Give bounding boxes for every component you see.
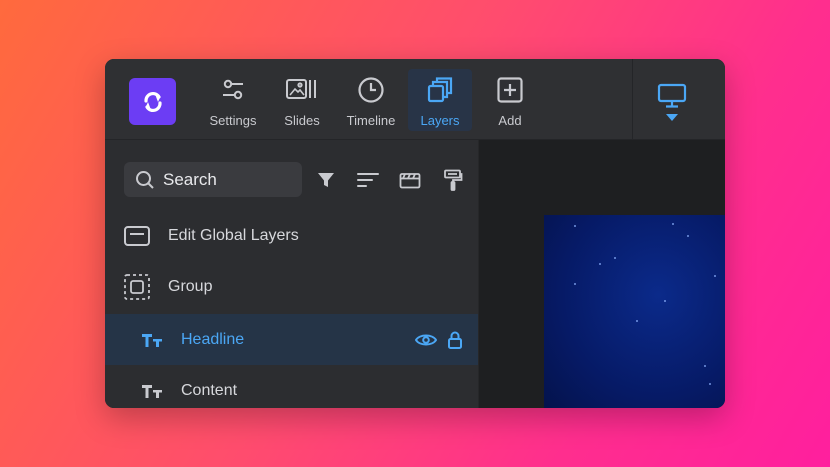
star [709,383,711,385]
group-icon [124,273,150,300]
layer-row-content[interactable]: Content [105,365,478,408]
sliders-icon [223,79,243,100]
star [687,235,689,237]
star [574,283,576,285]
tool-settings[interactable]: Settings [201,69,265,131]
caret-down-icon [666,114,678,121]
layer-row-group[interactable]: Group [105,261,478,312]
layers-panel: Search Edit Global Layers Group Headline… [105,140,478,408]
tool-add-label: Add [498,113,522,128]
search-label: Search [163,169,217,189]
tool-layers[interactable]: Layers [408,69,472,131]
eye-icon[interactable] [415,332,437,348]
star [672,223,674,225]
toolbar: Settings Slides Timeline Layers Add [105,59,725,140]
text-icon [142,333,162,347]
star [599,263,601,265]
animation-button[interactable] [398,169,422,191]
slides-icon [286,79,316,99]
tool-slides[interactable]: Slides [270,69,334,131]
desktop-icon [657,83,687,108]
star [664,300,666,302]
clapperboard-icon [399,173,421,189]
layer-row-headline[interactable]: Headline [105,314,478,365]
layer-label: Edit Global Layers [168,226,299,244]
tool-slides-label: Slides [284,113,320,128]
tool-timeline-label: Timeline [346,113,396,128]
layer-label: Headline [181,330,245,348]
star [614,257,616,259]
star [704,365,706,367]
star [636,320,638,322]
tool-timeline[interactable]: Timeline [339,69,403,131]
layer-row-global[interactable]: Edit Global Layers [105,210,478,261]
sort-icon [357,173,379,187]
filter-button[interactable] [314,169,338,191]
tool-settings-label: Settings [209,113,257,128]
plus-square-icon [497,77,523,103]
star [714,275,716,277]
canvas-area[interactable] [478,140,725,408]
layer-label: Group [168,277,213,295]
layer-label: Content [181,381,238,399]
paint-roller-icon [444,169,463,191]
refresh-logo-icon [143,91,162,112]
filter-icon [318,173,334,187]
text-icon [142,384,162,398]
global-layers-icon [124,225,150,246]
sort-button[interactable] [356,169,380,191]
search-icon [136,170,154,189]
search-input[interactable]: Search [124,162,302,197]
tool-layers-label: Layers [420,113,460,128]
tool-add[interactable]: Add [478,69,542,131]
layers-icon [427,77,453,103]
clock-icon [358,77,384,103]
app-logo[interactable] [129,78,176,125]
star [574,225,576,227]
editor-window: Settings Slides Timeline Layers Add Sear… [105,59,725,408]
lock-icon[interactable] [447,331,463,349]
device-switcher[interactable] [653,83,691,127]
slide-stage[interactable] [544,215,725,408]
style-button[interactable] [441,169,465,191]
toolbar-divider [632,59,633,139]
